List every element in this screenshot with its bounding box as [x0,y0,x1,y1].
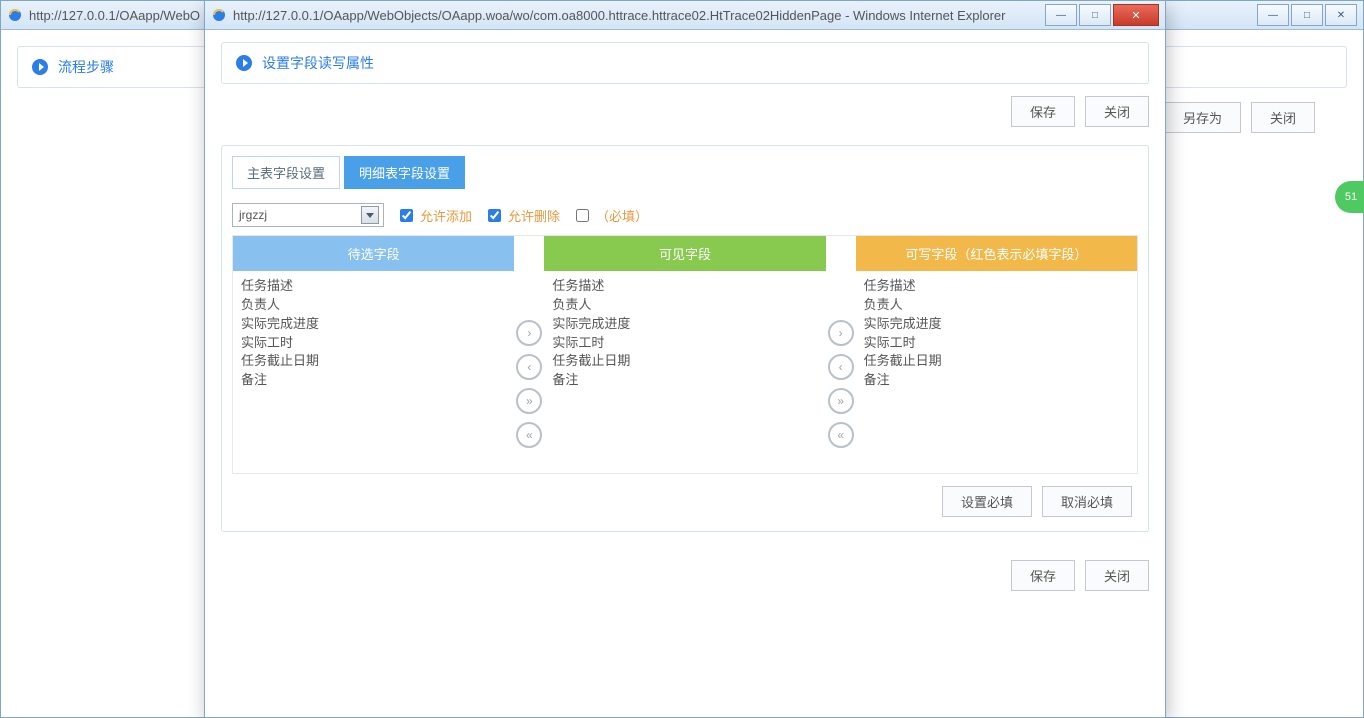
list-item[interactable]: 任务描述 [864,277,1129,296]
field-settings-card: 主表字段设置 明细表字段设置 jrgzzj 允许添加 允许删除 [221,145,1149,532]
list-item[interactable]: 负责人 [241,296,506,315]
maximize-button[interactable]: □ [1079,4,1111,26]
play-icon [32,59,48,75]
list-item[interactable]: 备注 [552,371,817,390]
list-item[interactable]: 任务描述 [552,277,817,296]
list-item[interactable]: 实际完成进度 [864,315,1129,334]
save-as-button[interactable]: 另存为 [1164,102,1241,133]
minimize-button[interactable]: — [1045,4,1077,26]
list-item[interactable]: 任务描述 [241,277,506,296]
front-url: http://127.0.0.1/OAapp/WebObjects/OAapp.… [233,8,1037,23]
tab-main-fields[interactable]: 主表字段设置 [232,156,340,189]
list-item[interactable]: 实际工时 [552,334,817,353]
list-item[interactable]: 任务截止日期 [864,352,1129,371]
list-item[interactable]: 负责人 [864,296,1129,315]
list-item[interactable]: 实际工时 [864,334,1129,353]
required-hint-label: （必填） [596,206,648,225]
list-item[interactable]: 备注 [241,371,506,390]
ie-icon [211,7,227,23]
list-item[interactable]: 实际工时 [241,334,506,353]
back-close-button[interactable]: 关闭 [1251,102,1315,133]
minimize-button[interactable]: — [1257,4,1289,26]
close-button-bottom[interactable]: 关闭 [1085,560,1149,591]
front-panel-head: 设置字段读写属性 [221,42,1149,84]
allow-add-checkbox[interactable] [400,209,413,222]
move-all-right-icon[interactable]: » [516,388,542,414]
col-head-visible: 可见字段 [544,236,825,271]
tab-detail-fields[interactable]: 明细表字段设置 [344,156,465,189]
front-titlebar: http://127.0.0.1/OAapp/WebObjects/OAapp.… [205,1,1165,30]
allow-delete-label: 允许删除 [508,206,560,225]
list-candidate[interactable]: 任务描述负责人实际完成进度实际工时任务截止日期备注 [233,271,514,473]
list-item[interactable]: 实际完成进度 [241,315,506,334]
list-writable[interactable]: 任务描述负责人实际完成进度实际工时任务截止日期备注 [856,271,1137,473]
close-window-button[interactable]: ✕ [1113,4,1159,26]
set-required-button[interactable]: 设置必填 [942,486,1032,517]
mover-2: › ‹ » « [826,271,856,473]
list-visible[interactable]: 任务描述负责人实际完成进度实际工时任务截止日期备注 [544,271,825,473]
move-right-icon[interactable]: › [516,320,542,346]
combo-value: jrgzzj [239,208,267,222]
back-panel-title: 流程步骤 [58,57,114,77]
save-button-top[interactable]: 保存 [1011,96,1075,127]
col-head-candidate: 待选字段 [233,236,514,271]
list-item[interactable]: 任务截止日期 [241,352,506,371]
list-item[interactable]: 实际完成进度 [552,315,817,334]
close-button-top[interactable]: 关闭 [1085,96,1149,127]
required-hint-wrap[interactable]: （必填） [572,206,648,225]
ie-icon [7,7,23,23]
move-left-icon[interactable]: ‹ [516,354,542,380]
close-window-button[interactable]: ✕ [1325,4,1357,26]
allow-delete-checkbox[interactable] [488,209,501,222]
list-item[interactable]: 任务截止日期 [552,352,817,371]
col-head-writable: 可写字段（红色表示必填字段） [856,236,1137,271]
chevron-down-icon[interactable] [361,206,379,224]
front-panel-title: 设置字段读写属性 [262,53,374,73]
play-icon [236,55,252,71]
side-badge[interactable]: 51 [1335,181,1364,213]
list-item[interactable]: 负责人 [552,296,817,315]
required-hint-checkbox[interactable] [576,209,589,222]
allow-add-wrap[interactable]: 允许添加 [396,206,472,225]
move-all-right-icon[interactable]: » [828,388,854,414]
list-item[interactable]: 备注 [864,371,1129,390]
maximize-button[interactable]: □ [1291,4,1323,26]
move-left-icon[interactable]: ‹ [828,354,854,380]
mover-1: › ‹ » « [514,271,544,473]
front-window: http://127.0.0.1/OAapp/WebObjects/OAapp.… [204,0,1166,718]
table-select[interactable]: jrgzzj [232,203,384,227]
allow-add-label: 允许添加 [420,206,472,225]
save-button-bottom[interactable]: 保存 [1011,560,1075,591]
move-right-icon[interactable]: › [828,320,854,346]
move-all-left-icon[interactable]: « [516,422,542,448]
unset-required-button[interactable]: 取消必填 [1042,486,1132,517]
move-all-left-icon[interactable]: « [828,422,854,448]
allow-delete-wrap[interactable]: 允许删除 [484,206,560,225]
